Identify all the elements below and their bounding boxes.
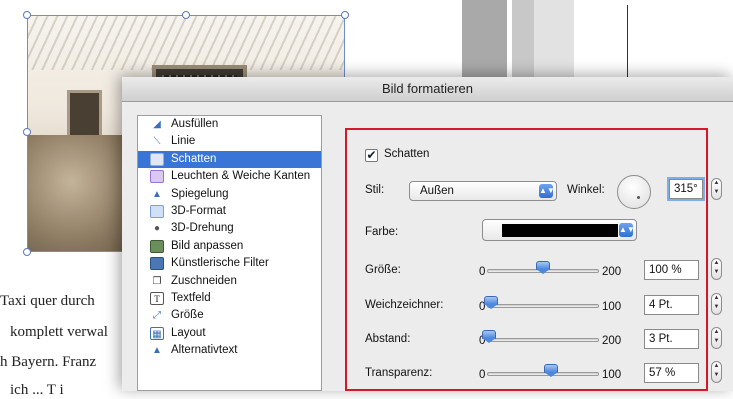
- resize-handle[interactable]: [341, 11, 349, 19]
- style-label: Stil:: [365, 184, 385, 196]
- crop-icon: ❐: [152, 275, 162, 287]
- background-window-edge: [512, 0, 534, 85]
- chevron-updown-icon: ▲▼: [619, 223, 635, 237]
- angle-stepper[interactable]: ▲ ▼: [711, 178, 722, 200]
- body-text-line: Taxi quer durch: [0, 293, 95, 309]
- angle-label: Winkel:: [567, 184, 605, 196]
- distance-field[interactable]: 3 Pt.: [644, 329, 699, 349]
- resize-handle[interactable]: [182, 11, 190, 19]
- format-picture-dialog: Bild formatieren ◢ Ausfüllen ⟍ Linie Schat…: [122, 77, 733, 391]
- body-text-line: h Bayern. Franz: [0, 354, 97, 370]
- resize-handle[interactable]: [23, 248, 31, 256]
- transparency-max: 100: [602, 369, 622, 381]
- color-label: Farbe:: [365, 226, 399, 238]
- transparency-field[interactable]: 57 %: [644, 363, 699, 383]
- 3d-rotation-icon: ●: [153, 223, 161, 235]
- textbox-icon: T: [150, 291, 164, 305]
- category-label: Spiegelung: [171, 187, 229, 200]
- category-item-spiegelung[interactable]: ▲ Spiegelung: [138, 186, 321, 203]
- size-label: Größe:: [365, 264, 401, 276]
- blur-field[interactable]: 4 Pt.: [644, 295, 699, 315]
- category-label: Künstlerische Filter: [171, 257, 269, 270]
- dialog-title: Bild formatieren: [122, 77, 733, 102]
- category-item-alternativtext[interactable]: ▲ Alternativtext: [138, 342, 321, 359]
- size-slider-thumb[interactable]: [536, 261, 550, 274]
- category-label: Layout: [171, 326, 206, 339]
- shadow-icon: [150, 152, 164, 166]
- category-label: Alternativtext: [171, 344, 238, 357]
- blur-label: Weichzeichner:: [365, 299, 444, 311]
- category-item-schatten[interactable]: Schatten: [138, 150, 321, 169]
- line-icon: ⟍: [153, 136, 161, 148]
- blur-slider-thumb[interactable]: [484, 296, 499, 309]
- category-item-3d-format[interactable]: 3D-Format: [138, 203, 321, 220]
- shadow-settings-panel: ✔ Schatten Stil: Außen ▲▼ Winkel: 315° F…: [345, 128, 708, 391]
- category-item-kuenstlerische-filter[interactable]: Künstlerische Filter: [138, 255, 321, 272]
- angle-dial[interactable]: [617, 175, 651, 209]
- resize-handle[interactable]: [23, 128, 31, 136]
- category-label: Linie: [171, 135, 196, 148]
- category-item-zuschneiden[interactable]: ❐ Zuschneiden: [138, 273, 321, 290]
- paint-bucket-icon: ◢: [153, 119, 161, 130]
- category-label: 3D-Format: [171, 204, 226, 217]
- category-label: Textfeld: [171, 291, 211, 304]
- size-icon: ⤢: [153, 310, 161, 322]
- blur-stepper[interactable]: ▲ ▼: [711, 293, 722, 315]
- shadow-color-swatch: [502, 224, 618, 237]
- distance-slider-thumb[interactable]: [481, 330, 496, 343]
- background-window-edge: [534, 0, 574, 85]
- chevron-updown-icon: ▲▼: [539, 184, 555, 198]
- shadow-checkbox-label: Schatten: [384, 148, 430, 160]
- category-item-3d-drehung[interactable]: ● 3D-Drehung: [138, 220, 321, 237]
- category-label: Bild anpassen: [171, 239, 244, 252]
- reflection-icon: ▲: [152, 188, 162, 200]
- transparency-label: Transparenz:: [365, 367, 433, 379]
- artistic-filter-icon: [150, 257, 164, 271]
- distance-stepper[interactable]: ▲ ▼: [711, 327, 722, 349]
- category-item-layout[interactable]: ▦ Layout: [138, 325, 321, 342]
- category-item-groesse[interactable]: ⤢ Größe: [138, 307, 321, 324]
- angle-field[interactable]: 315°: [667, 177, 705, 201]
- category-item-bild-anpassen[interactable]: Bild anpassen: [138, 238, 321, 255]
- category-item-linie[interactable]: ⟍ Linie: [138, 133, 321, 150]
- category-list: ◢ Ausfüllen ⟍ Linie Schatten Leuchten & We…: [137, 115, 322, 391]
- glow-icon: [150, 170, 164, 184]
- size-stepper[interactable]: ▲ ▼: [711, 258, 722, 280]
- category-item-ausfuellen[interactable]: ◢ Ausfüllen: [138, 116, 321, 133]
- style-dropdown[interactable]: Außen ▲▼: [409, 181, 557, 201]
- distance-max: 200: [602, 335, 622, 347]
- category-label: 3D-Drehung: [171, 222, 234, 235]
- category-label: Leuchten & Weiche Kanten: [171, 170, 311, 183]
- body-text-line: komplett verwal: [10, 324, 108, 340]
- transparency-slider-thumb[interactable]: [543, 364, 558, 377]
- size-field[interactable]: 100 %: [644, 260, 699, 280]
- layout-icon: ▦: [150, 326, 164, 340]
- size-min: 0: [479, 266, 486, 278]
- transparency-min: 0: [479, 369, 486, 381]
- category-label: Schatten: [171, 152, 217, 165]
- checkmark-icon: ✔: [366, 148, 377, 162]
- resize-handle[interactable]: [23, 11, 31, 19]
- blur-max: 100: [602, 301, 622, 313]
- category-label: Größe: [171, 309, 204, 322]
- alt-text-icon: ▲: [152, 345, 162, 357]
- category-item-leuchten[interactable]: Leuchten & Weiche Kanten: [138, 168, 321, 185]
- page-margin-line: [627, 5, 628, 85]
- transparency-stepper[interactable]: ▲ ▼: [711, 361, 722, 383]
- distance-slider-track[interactable]: [487, 338, 599, 342]
- shadow-checkbox[interactable]: ✔: [365, 149, 378, 162]
- category-label: Ausfüllen: [171, 118, 219, 130]
- adjust-picture-icon: [150, 239, 164, 253]
- size-max: 200: [602, 266, 622, 278]
- category-label: Zuschneiden: [171, 274, 237, 287]
- distance-label: Abstand:: [365, 333, 411, 345]
- 3d-format-icon: [150, 204, 164, 218]
- category-item-textfeld[interactable]: T Textfeld: [138, 290, 321, 307]
- blur-slider-track[interactable]: [487, 304, 599, 308]
- style-dropdown-value: Außen: [420, 185, 454, 197]
